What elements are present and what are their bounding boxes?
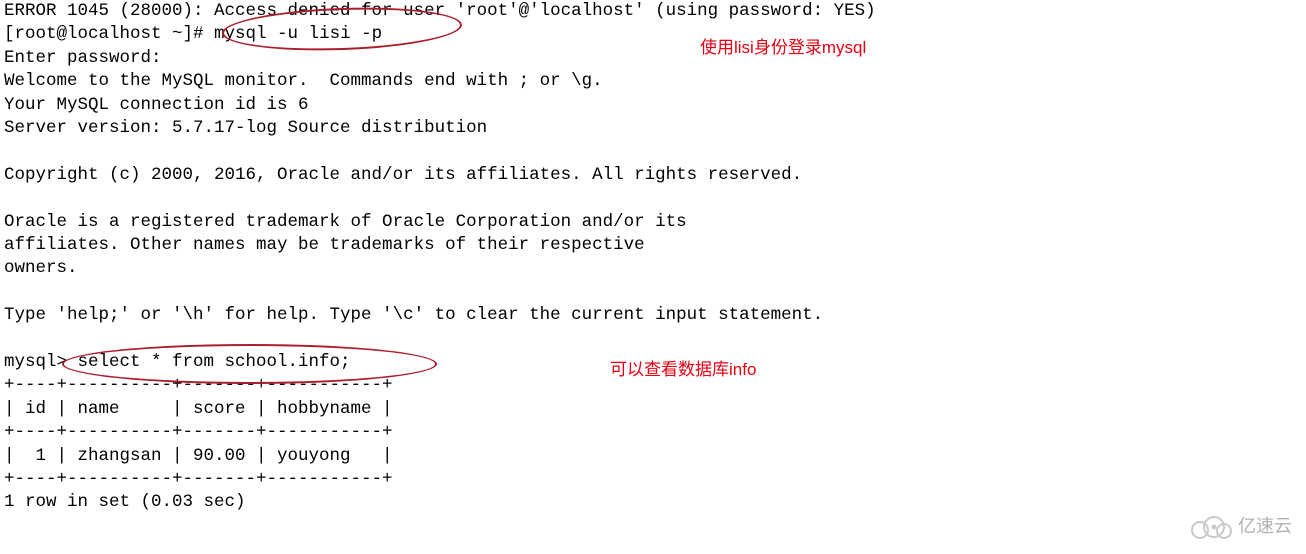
result-footer: 1 row in set (0.03 sec): [4, 491, 1302, 514]
shell-prompt-line: [root@localhost ~]# mysql -u lisi -p: [4, 23, 1302, 46]
help-line: Type 'help;' or '\h' for help. Type '\c'…: [4, 304, 1302, 327]
table-border-mid: +----+----------+-------+-----------+: [4, 421, 1302, 444]
annotation-text-select: 可以查看数据库info: [610, 358, 756, 381]
error-line: ERROR 1045 (28000): Access denied for us…: [4, 0, 1302, 23]
table-border-bot: +----+----------+-------+-----------+: [4, 468, 1302, 491]
blank-line: [4, 187, 1302, 210]
watermark-text: 亿速云: [1238, 515, 1292, 538]
mysql-prompt: mysql>: [4, 352, 78, 372]
blank-line: [4, 328, 1302, 351]
annotation-text-login: 使用lisi身份登录mysql: [700, 36, 866, 59]
trademark-line-2: affiliates. Other names may be trademark…: [4, 234, 1302, 257]
table-row: | 1 | zhangsan | 90.00 | youyong |: [4, 445, 1302, 468]
trademark-line-1: Oracle is a registered trademark of Orac…: [4, 211, 1302, 234]
blank-line: [4, 281, 1302, 304]
shell-command: mysql -u lisi -p: [214, 24, 382, 44]
copyright-line: Copyright (c) 2000, 2016, Oracle and/or …: [4, 164, 1302, 187]
welcome-line: Welcome to the MySQL monitor. Commands e…: [4, 70, 1302, 93]
server-version-line: Server version: 5.7.17-log Source distri…: [4, 117, 1302, 140]
terminal-output: ERROR 1045 (28000): Access denied for us…: [4, 0, 1302, 515]
password-prompt: Enter password:: [4, 47, 1302, 70]
shell-prompt: [root@localhost ~]#: [4, 24, 214, 44]
table-header: | id | name | score | hobbyname |: [4, 398, 1302, 421]
trademark-line-3: owners.: [4, 257, 1302, 280]
connection-id-line: Your MySQL connection id is 6: [4, 94, 1302, 117]
mysql-command: select * from school.info;: [78, 352, 351, 372]
watermark: 亿速云: [1190, 514, 1292, 540]
watermark-cloud-icon: [1190, 514, 1232, 540]
blank-line: [4, 140, 1302, 163]
